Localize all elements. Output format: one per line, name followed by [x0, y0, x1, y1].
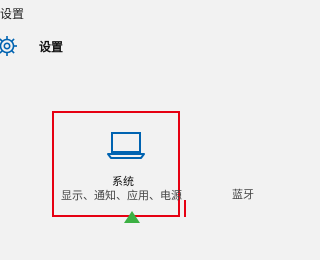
laptop-icon [106, 130, 146, 160]
bluetooth-tile-title[interactable]: 蓝牙 [232, 186, 254, 202]
system-tile[interactable]: 系统 显示、通知、应用、电源 [52, 111, 182, 217]
gear-icon [0, 34, 19, 58]
system-tile-title: 系统 [112, 175, 134, 188]
page-title: 设置 [39, 40, 64, 54]
red-line-fragment [184, 200, 186, 217]
cursor-arrow-icon [124, 208, 140, 223]
system-tile-description: 显示、通知、应用、电源 [61, 189, 182, 202]
window-title: 设置 [0, 7, 25, 21]
